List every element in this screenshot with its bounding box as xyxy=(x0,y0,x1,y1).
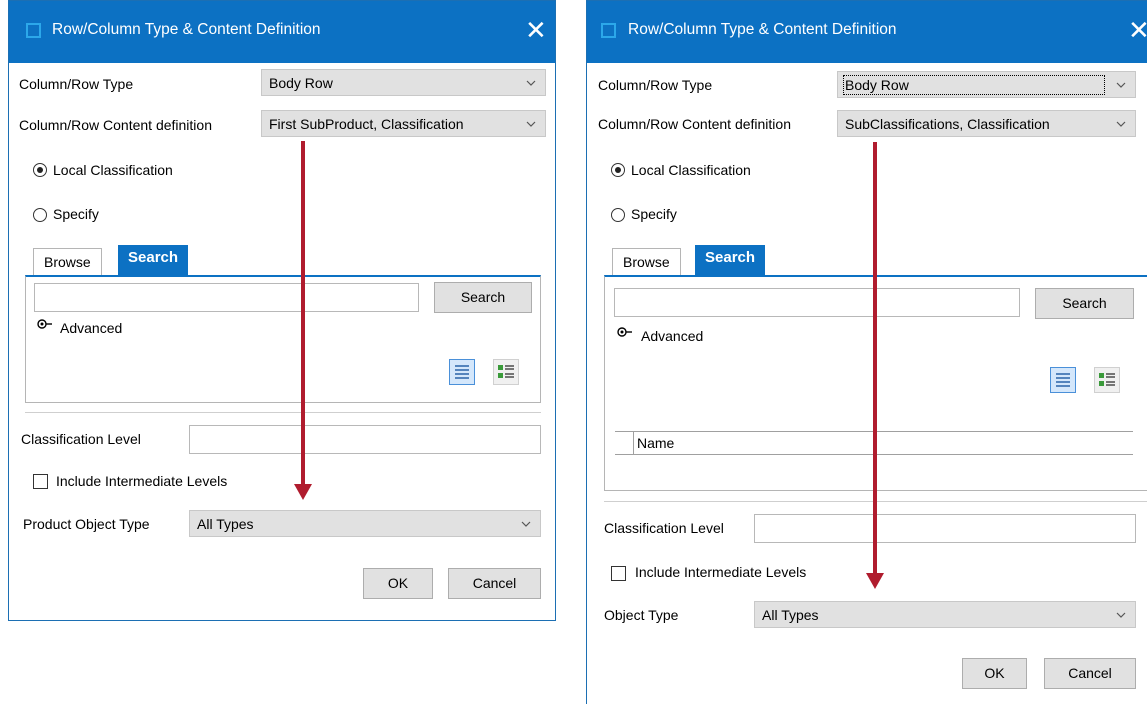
include-intermediate-checkbox[interactable] xyxy=(611,566,626,581)
classification-level-label: Classification Level xyxy=(604,520,724,536)
annotation-arrow-left-shaft xyxy=(301,141,305,487)
detail-view-icon[interactable] xyxy=(493,359,519,385)
classification-level-input[interactable] xyxy=(754,514,1136,543)
annotation-arrow-left-head xyxy=(294,484,312,500)
content-definition-label: Column/Row Content definition xyxy=(598,116,791,132)
dialog-right: Row/Column Type & Content Definition ✕ C… xyxy=(586,0,1147,704)
tab-browse[interactable]: Browse xyxy=(612,248,681,276)
content-definition-value: SubClassifications, Classification xyxy=(845,116,1050,132)
separator xyxy=(25,412,541,413)
specify-radio[interactable] xyxy=(33,208,47,222)
object-type-label: Object Type xyxy=(604,607,679,623)
search-input[interactable] xyxy=(614,288,1020,317)
ok-button[interactable]: OK xyxy=(962,658,1027,689)
close-icon[interactable]: ✕ xyxy=(1128,13,1147,47)
chevron-down-icon xyxy=(1116,82,1126,88)
close-icon[interactable]: ✕ xyxy=(525,13,547,47)
chevron-down-icon xyxy=(526,121,536,127)
include-intermediate-label: Include Intermediate Levels xyxy=(635,564,807,580)
specify-radio[interactable] xyxy=(611,208,625,222)
object-type-select[interactable]: All Types xyxy=(754,601,1136,628)
tab-browse[interactable]: Browse xyxy=(33,248,102,276)
row-type-label: Column/Row Type xyxy=(19,76,134,92)
dialog-title: Row/Column Type & Content Definition xyxy=(52,21,321,38)
local-classification-label: Local Classification xyxy=(631,162,751,178)
advanced-label[interactable]: Advanced xyxy=(641,328,703,344)
local-classification-radio[interactable] xyxy=(611,163,625,177)
object-type-label: Product Object Type xyxy=(23,516,150,532)
search-panel: Search Advanced xyxy=(25,275,541,403)
chevron-down-icon xyxy=(1116,612,1126,618)
include-intermediate-checkbox[interactable] xyxy=(33,474,48,489)
search-input[interactable] xyxy=(34,283,419,312)
window-icon xyxy=(601,23,616,38)
content-definition-value: First SubProduct, Classification xyxy=(269,116,464,132)
tab-search[interactable]: Search xyxy=(695,245,766,275)
row-type-value: Body Row xyxy=(843,75,1105,95)
advanced-toggle-icon[interactable] xyxy=(37,319,57,329)
title-bar: Row/Column Type & Content Definition ✕ xyxy=(587,1,1147,63)
annotation-arrow-right-shaft xyxy=(873,142,877,576)
column-divider xyxy=(633,432,634,454)
chevron-down-icon xyxy=(521,521,531,527)
include-intermediate-label: Include Intermediate Levels xyxy=(56,473,228,489)
row-type-value: Body Row xyxy=(269,75,333,91)
column-header-name[interactable]: Name xyxy=(637,435,674,451)
row-type-select[interactable]: Body Row xyxy=(837,71,1136,98)
detail-view-icon[interactable] xyxy=(1094,367,1120,393)
local-classification-label: Local Classification xyxy=(53,162,173,178)
list-view-icon[interactable] xyxy=(1050,367,1076,393)
object-type-value: All Types xyxy=(197,516,254,532)
advanced-label[interactable]: Advanced xyxy=(60,320,122,336)
object-type-select[interactable]: All Types xyxy=(189,510,541,537)
search-button[interactable]: Search xyxy=(1035,288,1134,319)
classification-level-label: Classification Level xyxy=(21,431,141,447)
cancel-button[interactable]: Cancel xyxy=(1044,658,1136,689)
advanced-toggle-icon[interactable] xyxy=(617,327,637,337)
title-bar: Row/Column Type & Content Definition ✕ xyxy=(9,1,555,63)
content-definition-select[interactable]: SubClassifications, Classification xyxy=(837,110,1136,137)
specify-label: Specify xyxy=(53,206,99,222)
tab-search[interactable]: Search xyxy=(118,245,189,275)
row-type-label: Column/Row Type xyxy=(598,77,713,93)
list-view-icon[interactable] xyxy=(449,359,475,385)
classification-level-input[interactable] xyxy=(189,425,541,454)
object-type-value: All Types xyxy=(762,607,819,623)
chevron-down-icon xyxy=(1116,121,1126,127)
content-definition-select[interactable]: First SubProduct, Classification xyxy=(261,110,546,137)
dialog-title: Row/Column Type & Content Definition xyxy=(628,21,897,38)
search-button[interactable]: Search xyxy=(434,282,532,313)
specify-label: Specify xyxy=(631,206,677,222)
local-classification-radio[interactable] xyxy=(33,163,47,177)
annotation-arrow-right-head xyxy=(866,573,884,589)
dialog-left: Row/Column Type & Content Definition ✕ C… xyxy=(8,0,556,621)
window-icon xyxy=(26,23,41,38)
row-type-select[interactable]: Body Row xyxy=(261,69,546,96)
ok-button[interactable]: OK xyxy=(363,568,433,599)
content-definition-label: Column/Row Content definition xyxy=(19,117,212,133)
chevron-down-icon xyxy=(526,80,536,86)
cancel-button[interactable]: Cancel xyxy=(448,568,541,599)
